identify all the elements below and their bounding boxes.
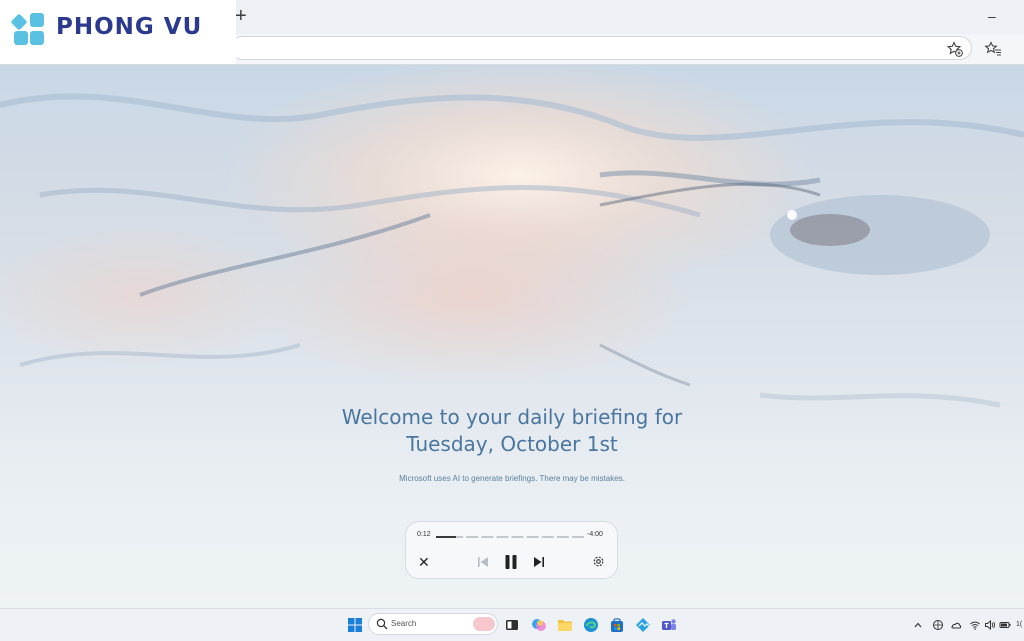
briefing-title-line-2: Tuesday, October 1st bbox=[406, 432, 618, 456]
progress-segment bbox=[541, 536, 554, 538]
cloud-icon[interactable] bbox=[950, 619, 962, 631]
file-explorer-icon[interactable] bbox=[557, 617, 573, 633]
search-placeholder: Search bbox=[391, 619, 417, 628]
teams-icon[interactable] bbox=[661, 617, 677, 633]
next-icon[interactable] bbox=[533, 556, 545, 568]
battery-icon[interactable] bbox=[999, 619, 1011, 631]
task-view-icon[interactable] bbox=[504, 617, 520, 633]
chevron-up-icon[interactable] bbox=[912, 619, 924, 631]
progress-fill bbox=[436, 536, 456, 538]
previous-icon[interactable] bbox=[477, 556, 489, 568]
briefing-page: Welcome to your daily briefing for Tuesd… bbox=[0, 65, 1024, 608]
network-icon[interactable] bbox=[932, 619, 944, 631]
logo-text: PHONG VU bbox=[56, 14, 203, 40]
search-icon bbox=[376, 618, 388, 630]
search-highlight-icon bbox=[473, 617, 495, 631]
pause-icon[interactable] bbox=[503, 554, 519, 570]
taskbar-search-input[interactable]: Search bbox=[368, 613, 498, 635]
edge-icon[interactable] bbox=[583, 617, 599, 633]
logo-watermark: PHONG VU bbox=[0, 0, 236, 64]
address-bar[interactable] bbox=[230, 36, 972, 60]
logo-mark-icon bbox=[11, 13, 44, 45]
start-icon[interactable] bbox=[347, 617, 363, 633]
progress-segment bbox=[526, 536, 539, 538]
audio-player: 0:12 -4:00 ✕ bbox=[405, 521, 618, 579]
progress-segment bbox=[571, 536, 584, 538]
progress-segment bbox=[481, 536, 494, 538]
progress-segment bbox=[511, 536, 524, 538]
remaining-time: -4:00 bbox=[587, 531, 603, 538]
wifi-icon[interactable] bbox=[969, 619, 981, 631]
new-tab-button[interactable]: + bbox=[235, 6, 247, 26]
favorites-icon[interactable] bbox=[984, 40, 1002, 58]
volume-icon[interactable] bbox=[984, 619, 996, 631]
close-player-button[interactable]: ✕ bbox=[418, 555, 430, 569]
settings-gear-icon[interactable] bbox=[592, 555, 605, 568]
progress-segment bbox=[556, 536, 569, 538]
photos-icon[interactable] bbox=[635, 617, 651, 633]
clock-time[interactable]: 1( bbox=[1016, 621, 1022, 628]
elapsed-time: 0:12 bbox=[417, 531, 431, 538]
copilot-icon[interactable] bbox=[531, 617, 547, 633]
add-favorite-icon[interactable] bbox=[946, 40, 964, 58]
briefing-title-line-1: Welcome to your daily briefing for bbox=[341, 405, 683, 429]
taskbar: Search 1( bbox=[0, 608, 1024, 641]
ai-disclaimer: Microsoft uses AI to generate briefings.… bbox=[399, 474, 625, 483]
briefing-title: Welcome to your daily briefing for Tuesd… bbox=[212, 404, 812, 458]
progress-segment bbox=[466, 536, 479, 538]
store-icon[interactable] bbox=[609, 617, 625, 633]
progress-track[interactable] bbox=[436, 536, 584, 538]
minimize-button[interactable]: – bbox=[988, 8, 996, 24]
progress-segment bbox=[496, 536, 509, 538]
